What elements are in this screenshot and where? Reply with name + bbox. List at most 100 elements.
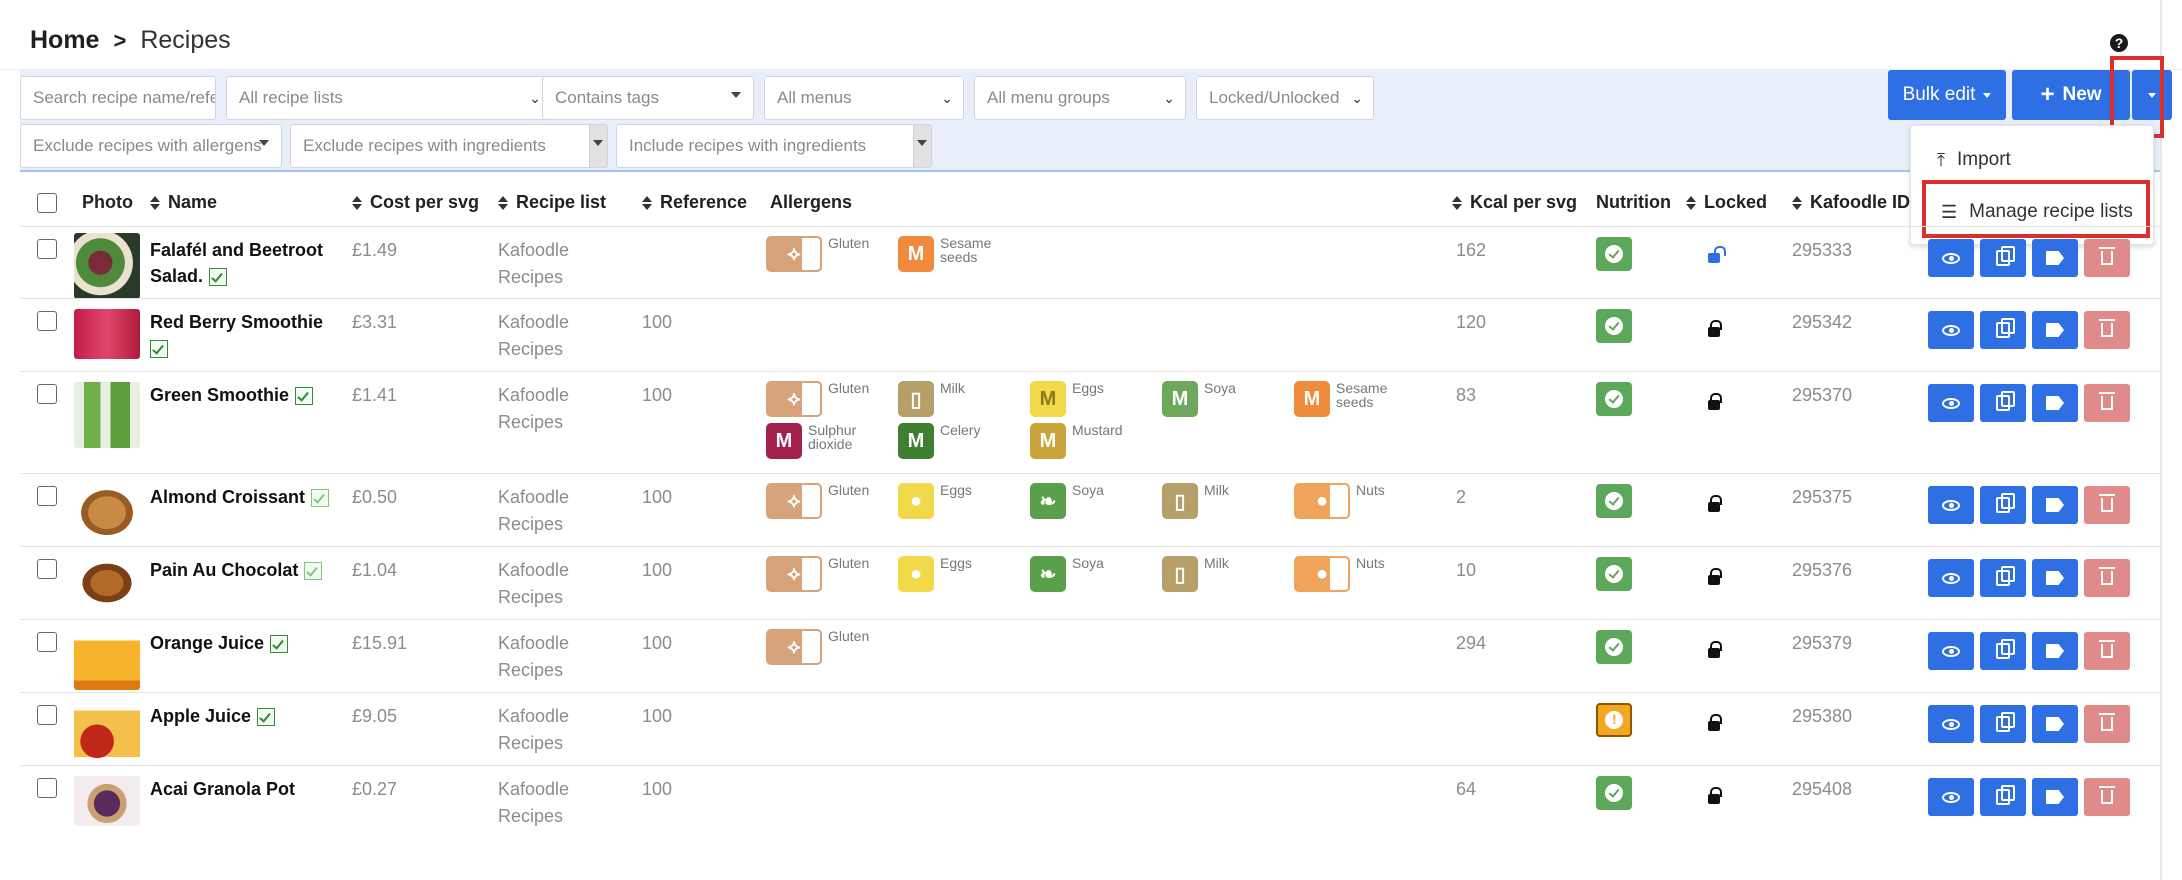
col-recipe-list[interactable]: Recipe list (498, 192, 606, 213)
duplicate-button[interactable] (1980, 311, 2026, 349)
row-checkbox[interactable] (37, 778, 57, 798)
nutrition-ok-icon[interactable] (1596, 630, 1632, 664)
view-button[interactable] (1928, 486, 1974, 524)
exclude-ingredients-select[interactable]: Exclude recipes with ingredients (290, 124, 608, 168)
nutrition-ok-icon[interactable] (1596, 382, 1632, 416)
tag-button[interactable] (2032, 486, 2078, 524)
delete-button[interactable] (2084, 384, 2130, 422)
delete-button[interactable] (2084, 486, 2130, 524)
tag-button[interactable] (2032, 705, 2078, 743)
col-reference[interactable]: Reference (642, 192, 747, 213)
col-name[interactable]: Name (150, 192, 217, 213)
duplicate-button[interactable] (1980, 486, 2026, 524)
recipe-list[interactable]: Kafoodle Recipes (498, 382, 569, 436)
view-button[interactable] (1928, 239, 1974, 277)
exclude-allergens-select[interactable]: Exclude recipes with allergens (20, 124, 282, 168)
duplicate-button[interactable] (1980, 705, 2026, 743)
col-kafoodle-id[interactable]: Kafoodle ID (1792, 192, 1910, 213)
breadcrumb-home[interactable]: Home (30, 26, 99, 55)
view-button[interactable] (1928, 778, 1974, 816)
recipe-photo[interactable] (74, 776, 140, 826)
recipe-list[interactable]: Kafoodle Recipes (498, 776, 569, 830)
recipe-photo[interactable] (74, 484, 140, 536)
menus-select[interactable]: All menus ⌄ (764, 76, 964, 120)
recipe-name[interactable]: Green Smoothie (150, 382, 350, 408)
recipe-name[interactable]: Acai Granola Pot (150, 776, 350, 802)
row-checkbox[interactable] (37, 486, 57, 506)
recipe-name[interactable]: Red Berry Smoothie (150, 309, 350, 361)
tag-button[interactable] (2032, 384, 2078, 422)
duplicate-button[interactable] (1980, 239, 2026, 277)
tag-button[interactable] (2032, 239, 2078, 277)
view-button[interactable] (1928, 632, 1974, 670)
locked-icon[interactable] (1708, 714, 1722, 731)
locked-icon[interactable] (1708, 393, 1722, 410)
locked-icon[interactable] (1708, 495, 1722, 512)
recipe-photo[interactable] (74, 628, 140, 690)
recipe-list[interactable]: Kafoodle Recipes (498, 703, 569, 757)
nutrition-ok-icon[interactable] (1596, 557, 1632, 591)
recipe-name[interactable]: Apple Juice (150, 703, 350, 729)
recipe-photo[interactable] (74, 557, 140, 609)
view-button[interactable] (1928, 311, 1974, 349)
col-locked[interactable]: Locked (1686, 192, 1767, 213)
delete-button[interactable] (2084, 705, 2130, 743)
recipe-name[interactable]: Orange Juice (150, 630, 350, 656)
help-icon[interactable]: ? (2110, 34, 2128, 52)
delete-button[interactable] (2084, 311, 2130, 349)
recipe-list[interactable]: Kafoodle Recipes (498, 484, 569, 538)
nutrition-ok-icon[interactable] (1596, 776, 1632, 810)
recipe-list[interactable]: Kafoodle Recipes (498, 309, 569, 363)
row-checkbox[interactable] (37, 311, 57, 331)
bulk-edit-button[interactable]: Bulk edit (1888, 70, 2006, 120)
row-checkbox[interactable] (37, 705, 57, 725)
tags-select[interactable]: Contains tags (542, 76, 754, 120)
locked-select[interactable]: Locked/Unlocked ⌄ (1196, 76, 1374, 120)
delete-button[interactable] (2084, 559, 2130, 597)
duplicate-button[interactable] (1980, 632, 2026, 670)
duplicate-button[interactable] (1980, 384, 2026, 422)
tag-button[interactable] (2032, 778, 2078, 816)
unlocked-icon[interactable] (1708, 246, 1726, 263)
recipe-list[interactable]: Kafoodle Recipes (498, 630, 569, 684)
select-toggle[interactable] (913, 125, 931, 167)
tag-button[interactable] (2032, 559, 2078, 597)
row-checkbox[interactable] (37, 632, 57, 652)
view-button[interactable] (1928, 705, 1974, 743)
recipe-name[interactable]: Pain Au Chocolat (150, 557, 350, 583)
select-toggle[interactable] (589, 125, 607, 167)
locked-icon[interactable] (1708, 320, 1722, 337)
recipe-name[interactable]: Falafél and Beetroot Salad. (150, 237, 350, 289)
duplicate-button[interactable] (1980, 559, 2026, 597)
tag-button[interactable] (2032, 632, 2078, 670)
recipe-photo[interactable] (74, 309, 140, 359)
nutrition-ok-icon[interactable] (1596, 237, 1632, 271)
recipe-lists-select[interactable]: All recipe lists ⌄ (226, 76, 552, 120)
recipe-photo[interactable] (74, 382, 140, 448)
duplicate-button[interactable] (1980, 778, 2026, 816)
locked-icon[interactable] (1708, 641, 1722, 658)
row-checkbox[interactable] (37, 559, 57, 579)
recipe-name[interactable]: Almond Croissant (150, 484, 350, 510)
nutrition-ok-icon[interactable] (1596, 484, 1632, 518)
locked-icon[interactable] (1708, 568, 1722, 585)
menu-groups-select[interactable]: All menu groups ⌄ (974, 76, 1186, 120)
recipe-photo[interactable] (74, 701, 140, 763)
tag-button[interactable] (2032, 311, 2078, 349)
search-input[interactable]: Search recipe name/refe (20, 76, 216, 120)
recipe-photo[interactable] (74, 233, 140, 299)
delete-button[interactable] (2084, 239, 2130, 277)
recipe-list[interactable]: Kafoodle Recipes (498, 557, 569, 611)
row-checkbox[interactable] (37, 384, 57, 404)
locked-icon[interactable] (1708, 787, 1722, 804)
include-ingredients-select[interactable]: Include recipes with ingredients (616, 124, 932, 168)
view-button[interactable] (1928, 384, 1974, 422)
col-cost[interactable]: Cost per svg (352, 192, 479, 213)
col-kcal[interactable]: Kcal per svg (1452, 192, 1577, 213)
delete-button[interactable] (2084, 778, 2130, 816)
select-all-checkbox[interactable] (37, 193, 57, 213)
row-checkbox[interactable] (37, 239, 57, 259)
menu-item-import[interactable]: ⤒ Import (1911, 136, 2153, 184)
recipe-list[interactable]: Kafoodle Recipes (498, 237, 569, 291)
delete-button[interactable] (2084, 632, 2130, 670)
